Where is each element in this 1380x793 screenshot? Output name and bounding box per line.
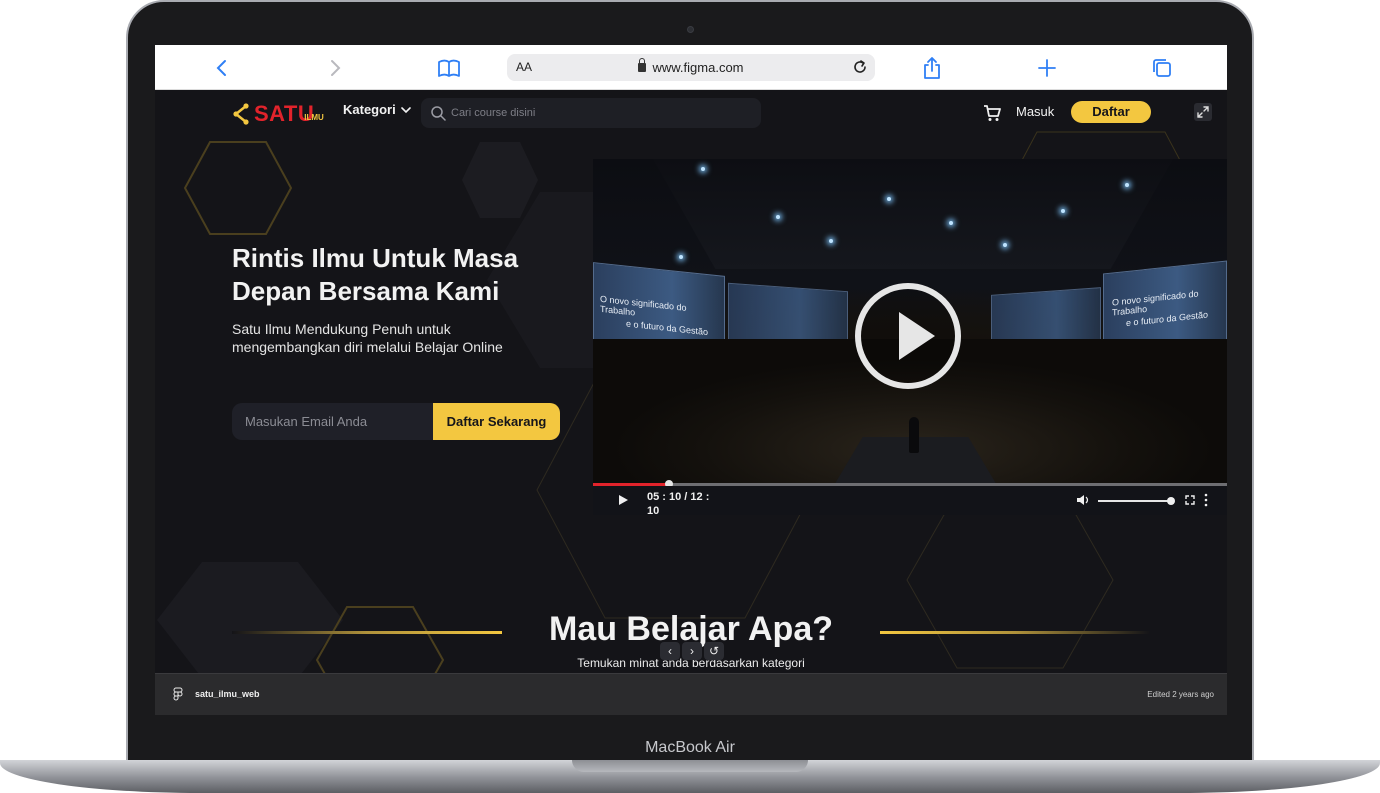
share-icon[interactable]	[919, 55, 945, 81]
camera-icon	[687, 26, 694, 33]
last-edited: Edited 2 years ago	[1147, 690, 1214, 699]
video-frame-ceiling	[653, 159, 1173, 269]
stage-light	[679, 255, 683, 259]
figma-icon[interactable]	[173, 687, 183, 702]
video-player[interactable]: O novo significado do Trabalho e o futur…	[593, 159, 1227, 515]
prototype-prev-button[interactable]: ‹	[660, 642, 680, 660]
safari-toolbar: AA www.figma.com	[155, 45, 1227, 90]
logo-sub: ILMU	[304, 112, 324, 122]
course-search[interactable]	[421, 98, 761, 128]
fullscreen-video-icon[interactable]	[1185, 495, 1195, 505]
stage-light	[776, 215, 780, 219]
file-name[interactable]: satu_ilmu_web	[195, 689, 260, 699]
login-link[interactable]: Masuk	[1016, 104, 1054, 119]
share-node-icon	[233, 103, 249, 125]
macbook-notch	[572, 760, 808, 772]
register-now-button[interactable]: Daftar Sekarang	[433, 403, 560, 440]
hero-title: Rintis Ilmu Untuk Masa Depan Bersama Kam…	[232, 243, 519, 306]
address-bar[interactable]: AA www.figma.com	[507, 54, 875, 81]
website: SATU ILMU Kategori Masuk Daftar Rintis I…	[155, 90, 1227, 673]
figma-bottom-bar: satu_ilmu_web Edited 2 years ago	[155, 673, 1227, 715]
register-button[interactable]: Daftar	[1071, 101, 1151, 123]
hero-subtitle: Satu Ilmu Mendukung Penuh untuk mengemba…	[232, 321, 503, 355]
prototype-navigation: ‹ › ↺	[660, 642, 726, 660]
reload-icon[interactable]	[851, 58, 869, 76]
volume-icon[interactable]	[1076, 494, 1090, 506]
new-tab-icon[interactable]	[1034, 55, 1060, 81]
search-icon	[431, 106, 446, 121]
stage-light	[887, 197, 891, 201]
screen: AA www.figma.com SATU ILMU Kategori Cari…	[155, 45, 1227, 715]
stage-light	[1003, 243, 1007, 247]
url-display: www.figma.com	[507, 58, 875, 75]
video-time: 05 : 10 / 12 : 10	[647, 491, 710, 515]
stage-light	[949, 221, 953, 225]
bookmarks-icon[interactable]	[436, 55, 462, 81]
play-icon[interactable]	[855, 283, 961, 389]
volume-slider[interactable]	[1098, 497, 1175, 505]
tabs-overview-icon[interactable]	[1149, 55, 1175, 81]
email-signup-form: Daftar Sekarang	[232, 403, 560, 440]
cart-icon[interactable]	[983, 104, 1001, 122]
more-options-icon[interactable]	[1204, 493, 1208, 507]
chevron-down-icon	[400, 106, 411, 113]
video-controls: 05 : 10 / 12 : 10	[593, 486, 1227, 515]
search-input[interactable]	[451, 104, 751, 122]
stage-light	[1125, 183, 1129, 187]
speaker	[909, 417, 919, 453]
stage-light	[701, 167, 705, 171]
url-text: www.figma.com	[652, 60, 744, 75]
lock-icon	[638, 58, 647, 72]
device-label: MacBook Air	[645, 739, 735, 756]
stage-light	[1061, 209, 1065, 213]
hexagon-decoration	[183, 141, 293, 235]
email-field[interactable]	[232, 403, 442, 440]
forward-icon[interactable]	[322, 55, 348, 81]
fullscreen-icon[interactable]	[1194, 103, 1212, 121]
back-icon[interactable]	[209, 55, 235, 81]
prototype-restart-button[interactable]: ↺	[704, 642, 724, 660]
prototype-next-button[interactable]: ›	[682, 642, 702, 660]
category-label: Kategori	[343, 102, 396, 117]
satu-ilmu-logo[interactable]: SATU ILMU	[232, 101, 324, 127]
category-dropdown[interactable]: Kategori	[343, 102, 411, 117]
stage-light	[829, 239, 833, 243]
play-small-icon[interactable]	[619, 495, 628, 505]
